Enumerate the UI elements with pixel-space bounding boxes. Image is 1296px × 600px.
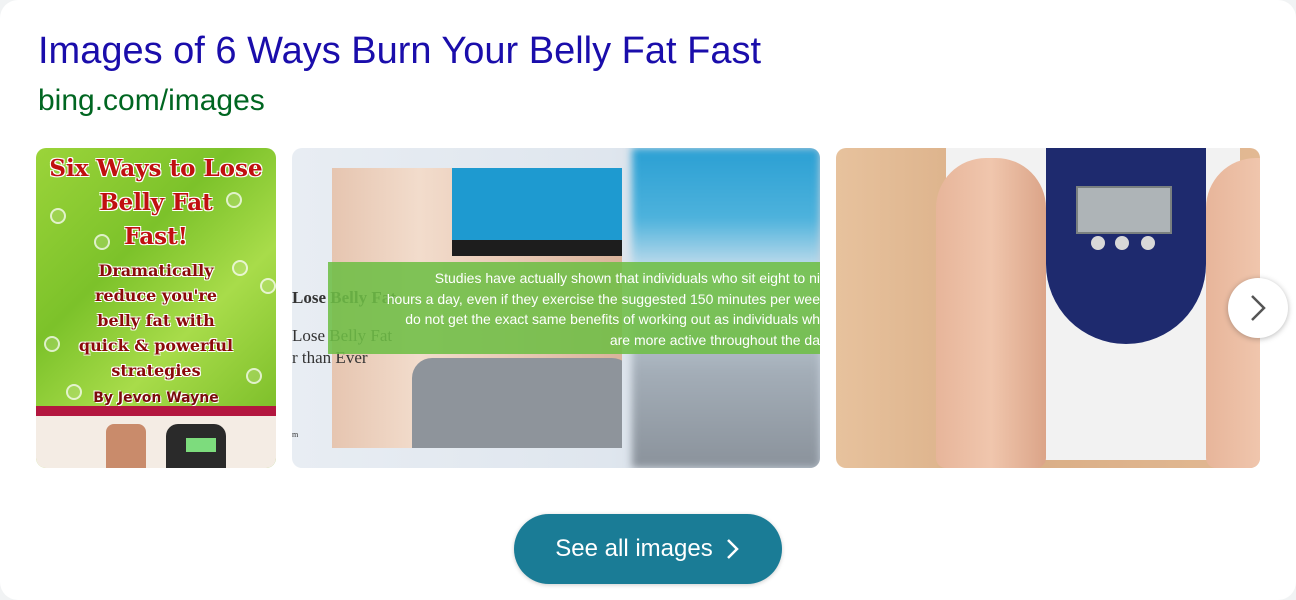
book-author: By Jevon Wayne [93, 390, 219, 406]
photo-sports-top [452, 168, 622, 244]
images-result-card: Images of 6 Ways Burn Your Belly Fat Fas… [0, 0, 1296, 600]
book-subtitle-line: strategies [111, 361, 201, 380]
carousel-next-button[interactable] [1228, 278, 1288, 338]
scale-screen [1076, 186, 1172, 234]
image-carousel: Six Ways to Lose Belly Fat Fast! Dramati… [36, 148, 1260, 468]
book-subtitle-line: reduce you're [94, 286, 218, 305]
overlay-line: hours a day, even if they exercise the s… [386, 290, 820, 307]
book-title-line: Six Ways to Lose [49, 155, 263, 182]
result-title-link[interactable]: Images of 6 Ways Burn Your Belly Fat Fas… [38, 30, 761, 73]
cover-figure [186, 438, 216, 452]
book-title-line: Fast! [124, 223, 188, 250]
book-title-line: Belly Fat [99, 189, 213, 216]
cover-stripe [36, 406, 276, 416]
left-foot [936, 158, 1046, 468]
photo-waistband [452, 240, 622, 256]
overlay-line: do not get the exact same benefits of wo… [405, 311, 820, 327]
scale-button [1141, 236, 1155, 250]
cover-bottom-photo [36, 416, 276, 468]
side-text: m [292, 430, 299, 439]
image-thumbnail-3[interactable] [836, 148, 1260, 468]
photo-pants [412, 358, 622, 448]
image-thumbnail-1[interactable]: Six Ways to Lose Belly Fat Fast! Dramati… [36, 148, 276, 468]
scale-button [1115, 236, 1129, 250]
text-overlay: Studies have actually shown that individ… [328, 262, 820, 354]
see-all-images-button[interactable]: See all images [514, 514, 782, 584]
cover-figure [106, 424, 146, 468]
image-thumbnail-2[interactable]: Lose Belly Fat Lose Belly Fat r than Eve… [292, 148, 820, 468]
overlay-line: Studies have actually shown that individ… [434, 270, 820, 286]
chevron-right-icon [725, 537, 741, 561]
book-subtitle-line: belly fat with [97, 311, 215, 330]
book-subtitle-line: Dramatically [98, 261, 214, 280]
chevron-right-icon [1251, 295, 1266, 321]
result-source-url: bing.com/images [38, 84, 265, 117]
see-all-label: See all images [555, 535, 713, 562]
scale-button [1091, 236, 1105, 250]
book-subtitle-line: quick & powerful [78, 336, 234, 355]
overlay-line: are more active throughout the da [609, 331, 820, 348]
